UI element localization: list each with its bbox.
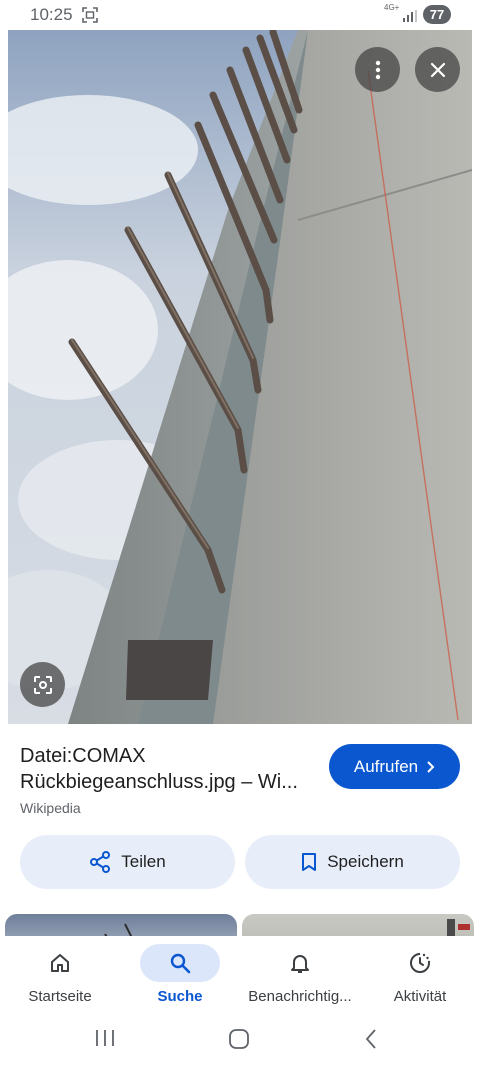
- nav-label: Suche: [157, 988, 203, 1005]
- share-icon: [90, 851, 111, 873]
- lens-search-button[interactable]: [20, 662, 65, 707]
- close-icon: [430, 62, 445, 77]
- system-home-button[interactable]: [228, 1028, 250, 1055]
- nav-item-notifications[interactable]: Benachrichtig...: [240, 936, 360, 1005]
- more-options-button[interactable]: [355, 47, 400, 92]
- visit-button[interactable]: Aufrufen: [329, 744, 460, 789]
- close-button[interactable]: [415, 47, 460, 92]
- nav-label: Startseite: [28, 988, 92, 1005]
- lens-icon: [33, 675, 52, 694]
- share-button-label: Teilen: [121, 852, 166, 871]
- status-time: 10:25: [30, 5, 73, 24]
- signal-icon: [402, 9, 418, 27]
- system-navigation-bar: [0, 1018, 480, 1069]
- network-type: 4G+: [384, 3, 400, 12]
- chevron-right-icon: [427, 760, 435, 773]
- recents-icon: [96, 1030, 114, 1046]
- result-image: [8, 30, 472, 724]
- image-viewer[interactable]: [8, 30, 472, 724]
- back-button[interactable]: [364, 1028, 378, 1055]
- more-vert-icon: [375, 60, 380, 79]
- screenshot-icon: [82, 7, 98, 28]
- activity-icon: [410, 953, 431, 973]
- status-bar: 10:25 4G+ 77: [0, 0, 480, 30]
- share-button[interactable]: Teilen: [20, 835, 235, 889]
- bookmark-icon: [302, 853, 317, 871]
- nav-item-activity[interactable]: Aktivität: [360, 936, 480, 1005]
- back-icon: [365, 1029, 376, 1049]
- search-icon: [170, 953, 191, 974]
- save-button[interactable]: Speichern: [245, 835, 460, 889]
- battery-indicator: 77: [423, 5, 451, 24]
- bottom-navigation: Startseite Suche Benachrichtig... Aktivi…: [0, 936, 480, 1018]
- result-title[interactable]: Datei:COMAX Rückbiegeanschluss.jpg – Wi.…: [20, 743, 320, 795]
- nav-label: Benachrichtig...: [248, 988, 352, 1005]
- home-icon: [51, 954, 69, 972]
- nav-item-search[interactable]: Suche: [120, 936, 240, 1005]
- nav-label: Aktivität: [393, 988, 447, 1005]
- recents-button[interactable]: [94, 1028, 116, 1053]
- visit-button-label: Aufrufen: [353, 756, 419, 776]
- bell-icon: [291, 955, 309, 973]
- result-source: Wikipedia: [20, 800, 81, 816]
- nav-item-home[interactable]: Startseite: [0, 936, 120, 1005]
- system-home-icon: [229, 1029, 249, 1049]
- save-button-label: Speichern: [327, 852, 404, 871]
